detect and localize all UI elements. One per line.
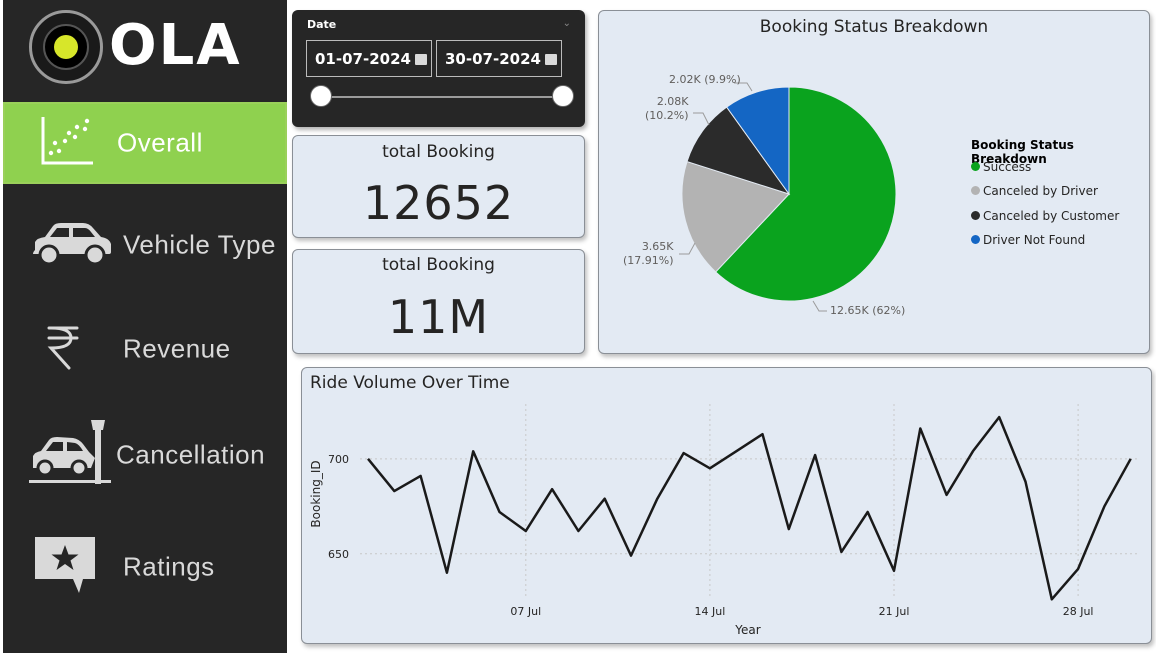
slider-start-handle[interactable] — [310, 85, 332, 107]
legend-item-canceled-by-customer[interactable]: Canceled by Customer — [971, 209, 1119, 223]
nav-label: Ratings — [123, 551, 215, 582]
x-axis-label: Year — [734, 623, 760, 637]
slider-end-handle[interactable] — [552, 85, 574, 107]
kpi-value: 11M — [387, 290, 490, 344]
nav-item-cancellation[interactable]: Cancellation — [3, 414, 287, 496]
legend-item-driver-not-found[interactable]: Driver Not Found — [971, 233, 1085, 247]
date-slicer-title: Date — [307, 18, 337, 31]
pie-leader-line — [812, 300, 827, 312]
kpi-card-total-booking-value: total Booking 11M — [292, 249, 585, 354]
scatter-chart-icon — [39, 115, 95, 171]
pie-data-label: 2.02K (9.9%) — [669, 73, 741, 86]
end-date-value: 30-07-2024 — [445, 50, 541, 68]
x-tick-label: 14 Jul — [695, 605, 726, 618]
ola-logo-mark-icon — [29, 10, 103, 84]
calendar-icon[interactable] — [415, 54, 427, 65]
nav-label: Vehicle Type — [123, 229, 276, 260]
end-date-input[interactable]: 30-07-2024 — [436, 40, 562, 77]
y-axis-label: Booking_ID — [309, 460, 323, 527]
chevron-down-icon[interactable]: ⌄ — [563, 18, 571, 29]
y-tick-label: 700 — [328, 453, 349, 466]
rupee-icon — [45, 324, 81, 374]
nav-item-revenue[interactable]: Revenue — [3, 308, 287, 390]
legend-item-canceled-by-driver[interactable]: Canceled by Driver — [971, 184, 1098, 198]
car-icon — [29, 220, 113, 270]
kpi-card-total-booking: total Booking 12652 — [292, 135, 585, 238]
nav-item-ratings[interactable]: Ratings — [3, 526, 287, 608]
logo-text: OLA — [109, 13, 242, 78]
x-tick-label: 21 Jul — [879, 605, 910, 618]
legend-item-success[interactable]: Success — [971, 160, 1031, 174]
x-tick-label: 07 Jul — [510, 605, 541, 618]
start-date-input[interactable]: 01-07-2024 — [306, 40, 432, 77]
nav-label: Revenue — [123, 333, 231, 364]
nav-item-vehicle-type[interactable]: Vehicle Type — [3, 204, 287, 286]
series-line — [367, 415, 1132, 601]
nav-label: Overall — [117, 127, 203, 158]
nav-item-overall[interactable]: Overall — [3, 102, 287, 184]
kpi-title: total Booking — [382, 255, 495, 275]
line-chart[interactable]: 650 700 07 Jul 14 Jul 21 Jul 28 Jul Year Boo… — [302, 368, 1153, 645]
x-tick-label: 28 Jul — [1063, 605, 1094, 618]
booking-status-card: Booking Status Breakdown 2.02K (9.9%) 2.… — [598, 10, 1150, 354]
start-date-value: 01-07-2024 — [315, 50, 411, 68]
pie-data-label: 3.65K (17.91%) — [623, 240, 674, 267]
pie-leader-line — [679, 242, 696, 255]
ride-volume-card: Ride Volume Over Time 650 700 07 Jul 14 Ju… — [301, 367, 1152, 644]
date-range-slider-track[interactable] — [319, 96, 563, 98]
y-tick-label: 650 — [328, 548, 349, 561]
kpi-title: total Booking — [382, 142, 495, 162]
ola-logo: OLA — [29, 10, 249, 84]
pie-leader-line — [693, 112, 710, 126]
pie-data-label: 12.65K (62%) — [830, 304, 906, 317]
calendar-icon[interactable] — [545, 54, 557, 65]
sidebar: OLA Overall Vehicle Type Revenue Cancell… — [3, 0, 287, 653]
kpi-value: 12652 — [362, 176, 515, 230]
nav-label: Cancellation — [116, 439, 266, 470]
pie-data-label: 2.08K (10.2%) — [645, 95, 689, 122]
car-crash-icon — [29, 418, 113, 492]
date-slicer[interactable]: Date ⌄ 01-07-2024 30-07-2024 — [292, 10, 585, 127]
star-comment-icon — [33, 535, 97, 599]
